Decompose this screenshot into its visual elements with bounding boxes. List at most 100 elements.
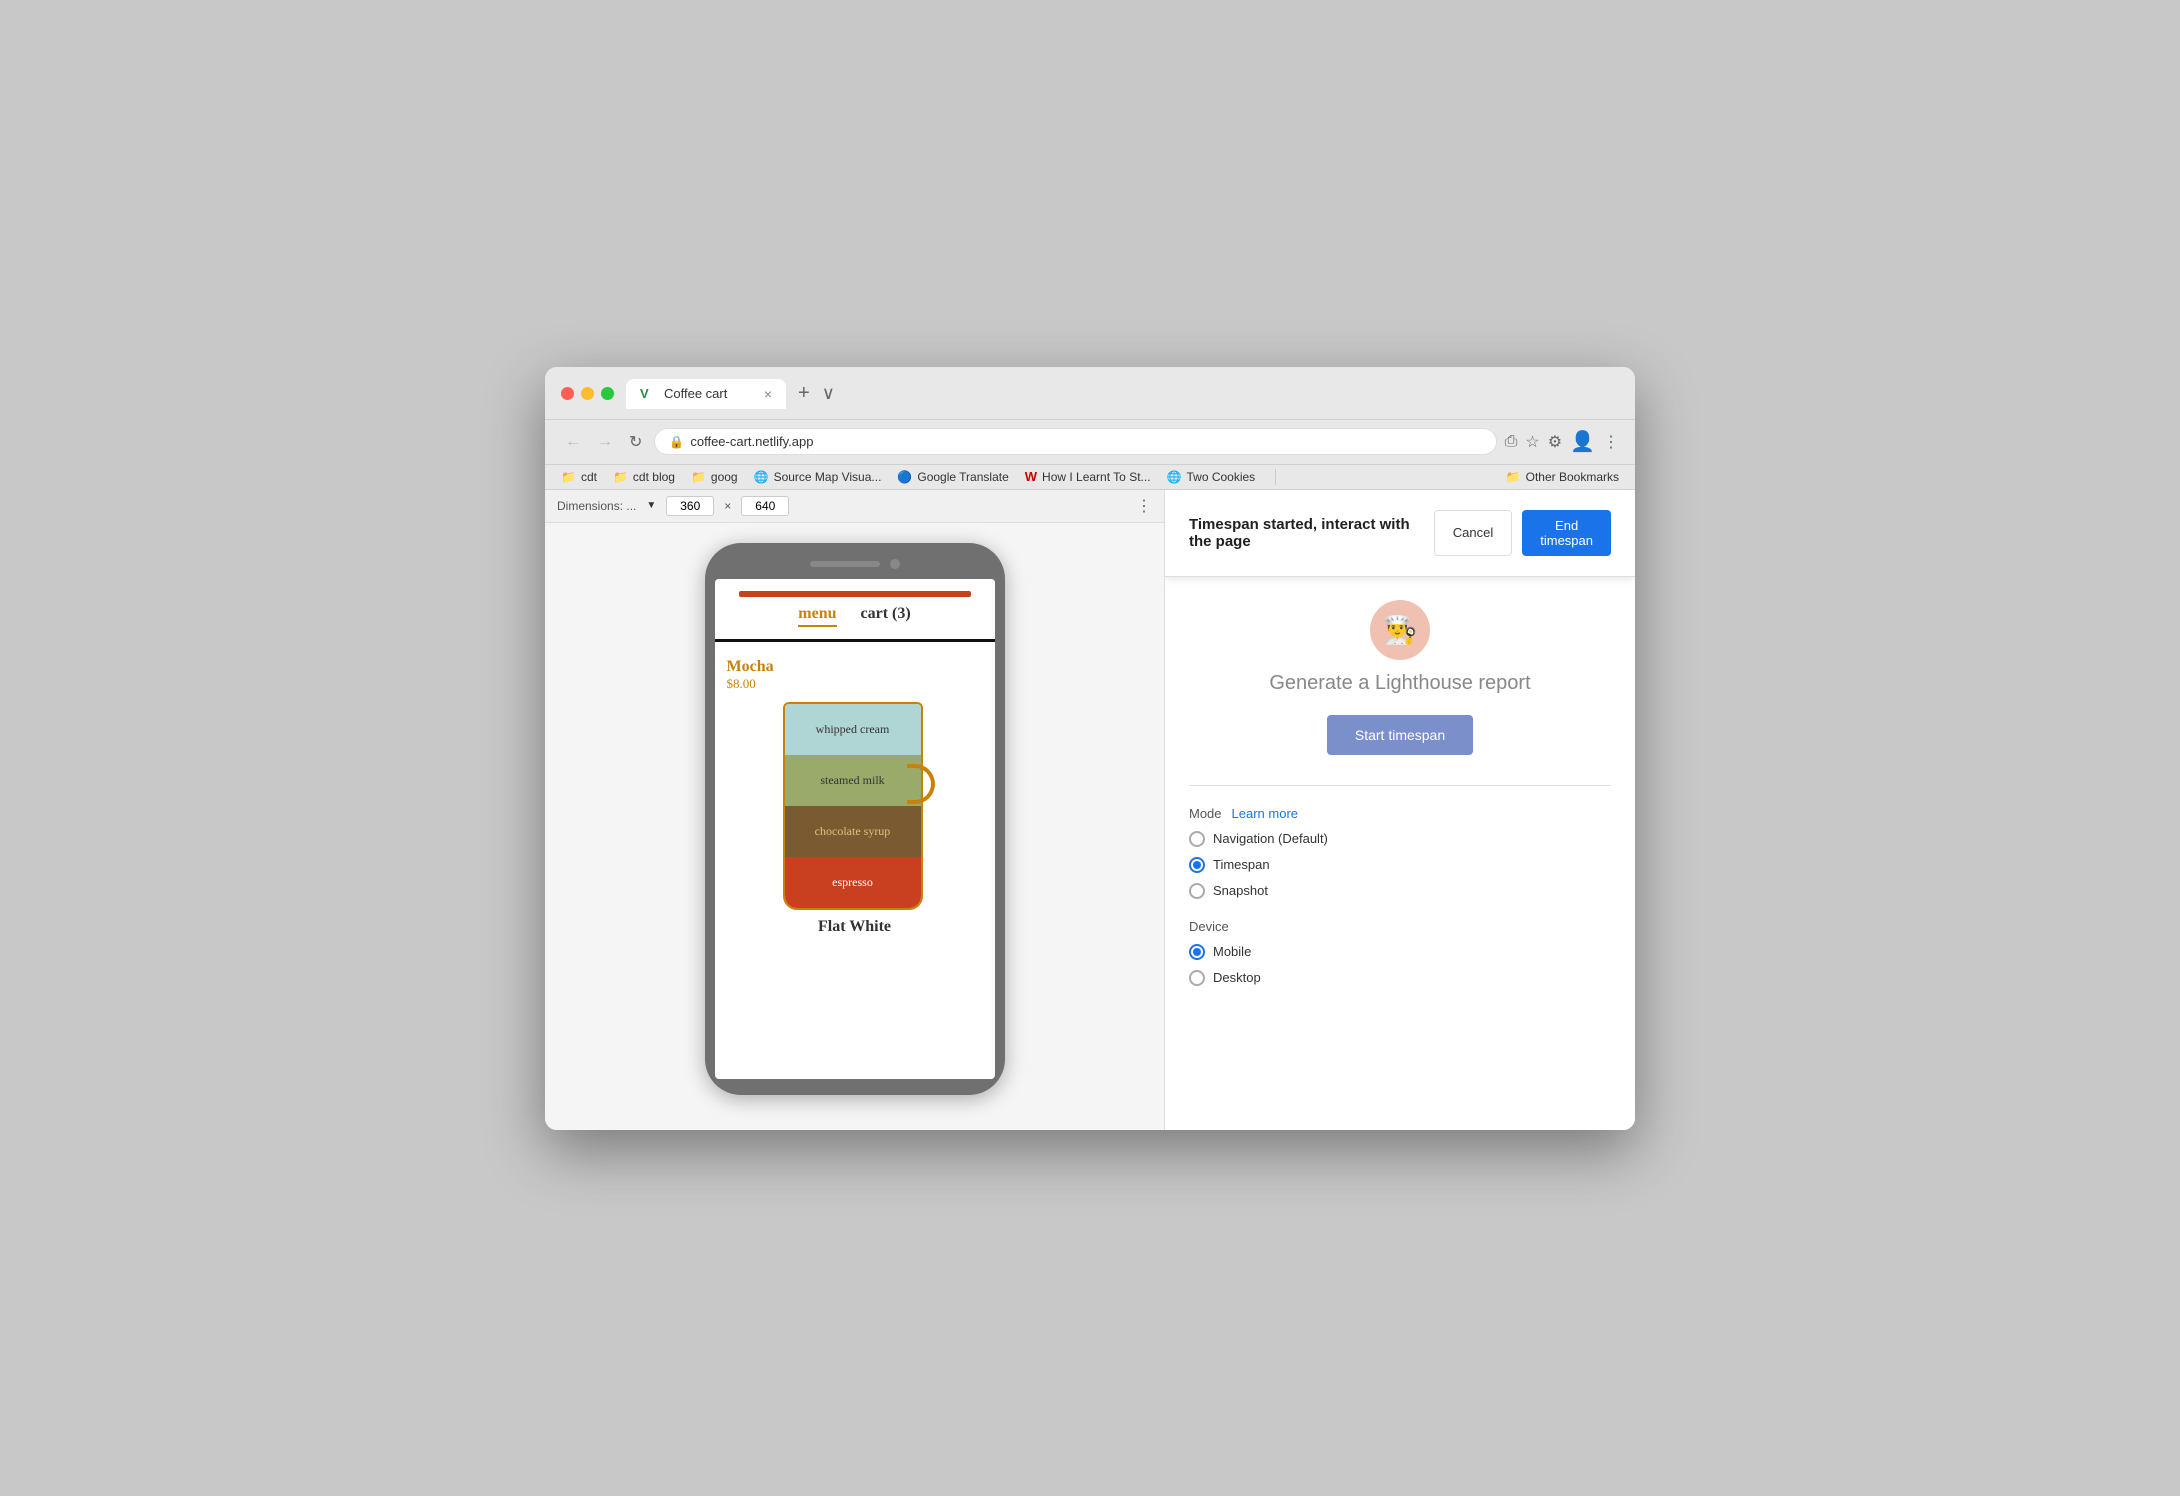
timespan-dialog: Timespan started, interact with the page… bbox=[1165, 490, 1635, 577]
bookmark-cdt[interactable]: 📁 cdt bbox=[561, 470, 597, 484]
bookmark-label: goog bbox=[711, 470, 738, 484]
phone-area: menu cart (3) Mocha $8.00 bbox=[545, 523, 1164, 1130]
forward-button[interactable]: → bbox=[593, 429, 617, 455]
tab-close-button[interactable]: × bbox=[764, 386, 772, 402]
learn-more-link[interactable]: Learn more bbox=[1232, 806, 1298, 821]
cup-body: whipped cream steamed milk chocolate syr… bbox=[783, 702, 923, 910]
mode-label: Mode Learn more bbox=[1189, 806, 1611, 821]
dimensions-separator: × bbox=[724, 499, 731, 513]
radio-desktop-label: Desktop bbox=[1213, 970, 1261, 985]
bookmark-label: cdt bbox=[581, 470, 597, 484]
bookmark-translate[interactable]: 🔵 Google Translate bbox=[897, 470, 1008, 484]
menu-tab[interactable]: menu bbox=[798, 605, 836, 627]
bookmark-learnt[interactable]: W How I Learnt To St... bbox=[1025, 469, 1151, 484]
bookmark-goog[interactable]: 📁 goog bbox=[691, 470, 738, 484]
device-text: Device bbox=[1189, 919, 1229, 934]
browser-tab[interactable]: V Coffee cart × bbox=[626, 379, 786, 409]
folder-icon: 📁 bbox=[561, 470, 576, 484]
more-options-button[interactable]: ⋮ bbox=[1136, 496, 1152, 516]
folder-icon: 📁 bbox=[613, 470, 628, 484]
radio-timespan[interactable]: Timespan bbox=[1189, 857, 1611, 873]
section-divider-1 bbox=[1189, 785, 1611, 786]
radio-timespan-circle bbox=[1189, 857, 1205, 873]
minimize-window-button[interactable] bbox=[581, 387, 594, 400]
height-input[interactable] bbox=[741, 496, 789, 516]
address-text: coffee-cart.netlify.app bbox=[690, 434, 813, 449]
close-window-button[interactable] bbox=[561, 387, 574, 400]
timespan-title: Timespan started, interact with the page bbox=[1189, 516, 1434, 550]
radio-timespan-label: Timespan bbox=[1213, 857, 1270, 872]
new-tab-button[interactable]: + bbox=[790, 382, 818, 405]
bookmark-label: Two Cookies bbox=[1186, 470, 1255, 484]
phone-camera bbox=[890, 559, 900, 569]
address-input[interactable]: 🔒 coffee-cart.netlify.app bbox=[654, 428, 1496, 455]
chef-emoji: 👨‍🍳 bbox=[1383, 613, 1418, 646]
phone-screen: menu cart (3) Mocha $8.00 bbox=[715, 579, 995, 1079]
radio-desktop[interactable]: Desktop bbox=[1189, 970, 1611, 986]
radio-navigation[interactable]: Navigation (Default) bbox=[1189, 831, 1611, 847]
folder-icon: 📁 bbox=[691, 470, 706, 484]
cancel-button[interactable]: Cancel bbox=[1434, 510, 1512, 556]
coffee-header: menu cart (3) bbox=[715, 579, 995, 642]
bookmark-label: Google Translate bbox=[917, 470, 1008, 484]
back-button[interactable]: ← bbox=[561, 429, 585, 455]
other-bookmarks[interactable]: 📁 Other Bookmarks bbox=[1506, 470, 1619, 484]
bookmark-icon[interactable]: ☆ bbox=[1525, 432, 1539, 452]
mode-text: Mode bbox=[1189, 806, 1222, 821]
cart-tab[interactable]: cart (3) bbox=[861, 605, 911, 627]
radio-desktop-circle bbox=[1189, 970, 1205, 986]
cup-wrapper: whipped cream steamed milk chocolate syr… bbox=[775, 702, 935, 910]
device-label: Device bbox=[1189, 919, 1611, 934]
maximize-window-button[interactable] bbox=[601, 387, 614, 400]
radio-navigation-label: Navigation (Default) bbox=[1213, 831, 1328, 846]
lighthouse-title: Generate a Lighthouse report bbox=[1189, 672, 1611, 695]
lighthouse-chef-icon: 👨‍🍳 bbox=[1370, 600, 1430, 660]
left-panel: Dimensions: ... ▼ × ⋮ bbox=[545, 490, 1165, 1130]
profile-icon[interactable]: 👤 bbox=[1570, 429, 1595, 454]
bookmark-separator bbox=[1275, 469, 1276, 485]
radio-mobile[interactable]: Mobile bbox=[1189, 944, 1611, 960]
bookmark-label: How I Learnt To St... bbox=[1042, 470, 1151, 484]
web-icon: 🌐 bbox=[754, 470, 769, 484]
coffee-nav: menu cart (3) bbox=[727, 605, 983, 627]
lock-icon: 🔒 bbox=[669, 435, 684, 449]
web-icon: 🌐 bbox=[1167, 470, 1182, 484]
timespan-buttons: Cancel End timespan bbox=[1434, 510, 1611, 556]
cup-container: whipped cream steamed milk chocolate syr… bbox=[727, 702, 983, 910]
dimensions-dropdown-icon[interactable]: ▼ bbox=[646, 500, 656, 511]
bookmark-sourcemap[interactable]: 🌐 Source Map Visua... bbox=[754, 470, 882, 484]
bookmark-icon-w: W bbox=[1025, 469, 1037, 484]
radio-snapshot[interactable]: Snapshot bbox=[1189, 883, 1611, 899]
item-name: Mocha bbox=[727, 658, 983, 676]
radio-snapshot-circle bbox=[1189, 883, 1205, 899]
tab-label: Coffee cart bbox=[664, 386, 727, 401]
phone-speaker bbox=[810, 561, 880, 567]
radio-snapshot-label: Snapshot bbox=[1213, 883, 1268, 898]
bookmark-label: cdt blog bbox=[633, 470, 675, 484]
end-timespan-button[interactable]: End timespan bbox=[1522, 510, 1611, 556]
item-price: $8.00 bbox=[727, 676, 983, 692]
right-panel: Timespan started, interact with the page… bbox=[1165, 490, 1635, 1130]
bookmark-cookies[interactable]: 🌐 Two Cookies bbox=[1167, 470, 1256, 484]
other-bookmarks-label: Other Bookmarks bbox=[1526, 470, 1619, 484]
share-icon[interactable]: ⎙ bbox=[1505, 433, 1518, 451]
lighthouse-panel: 👨‍🍳 Generate a Lighthouse report Start t… bbox=[1165, 570, 1635, 1026]
menu-icon[interactable]: ⋮ bbox=[1603, 432, 1619, 452]
device-section: Device Mobile Desktop bbox=[1189, 919, 1611, 986]
width-input[interactable] bbox=[666, 496, 714, 516]
phone-top bbox=[715, 559, 995, 569]
radio-mobile-label: Mobile bbox=[1213, 944, 1251, 959]
title-bar: V Coffee cart × + ∨ bbox=[545, 367, 1635, 420]
bookmark-label: Source Map Visua... bbox=[774, 470, 882, 484]
traffic-lights bbox=[561, 387, 614, 400]
browser-window: V Coffee cart × + ∨ ← → ↻ 🔒 coffee-cart.… bbox=[545, 367, 1635, 1130]
bookmark-cdt-blog[interactable]: 📁 cdt blog bbox=[613, 470, 675, 484]
tab-more-button[interactable]: ∨ bbox=[822, 383, 835, 404]
coffee-content: Mocha $8.00 whipped cream steamed milk c… bbox=[715, 642, 995, 952]
start-timespan-button[interactable]: Start timespan bbox=[1327, 715, 1473, 755]
cup-handle bbox=[907, 764, 935, 804]
dimensions-label[interactable]: Dimensions: ... bbox=[557, 499, 636, 513]
folder-icon: 📁 bbox=[1506, 470, 1521, 484]
extensions-icon[interactable]: ⚙ bbox=[1548, 432, 1562, 452]
refresh-button[interactable]: ↻ bbox=[625, 428, 646, 456]
